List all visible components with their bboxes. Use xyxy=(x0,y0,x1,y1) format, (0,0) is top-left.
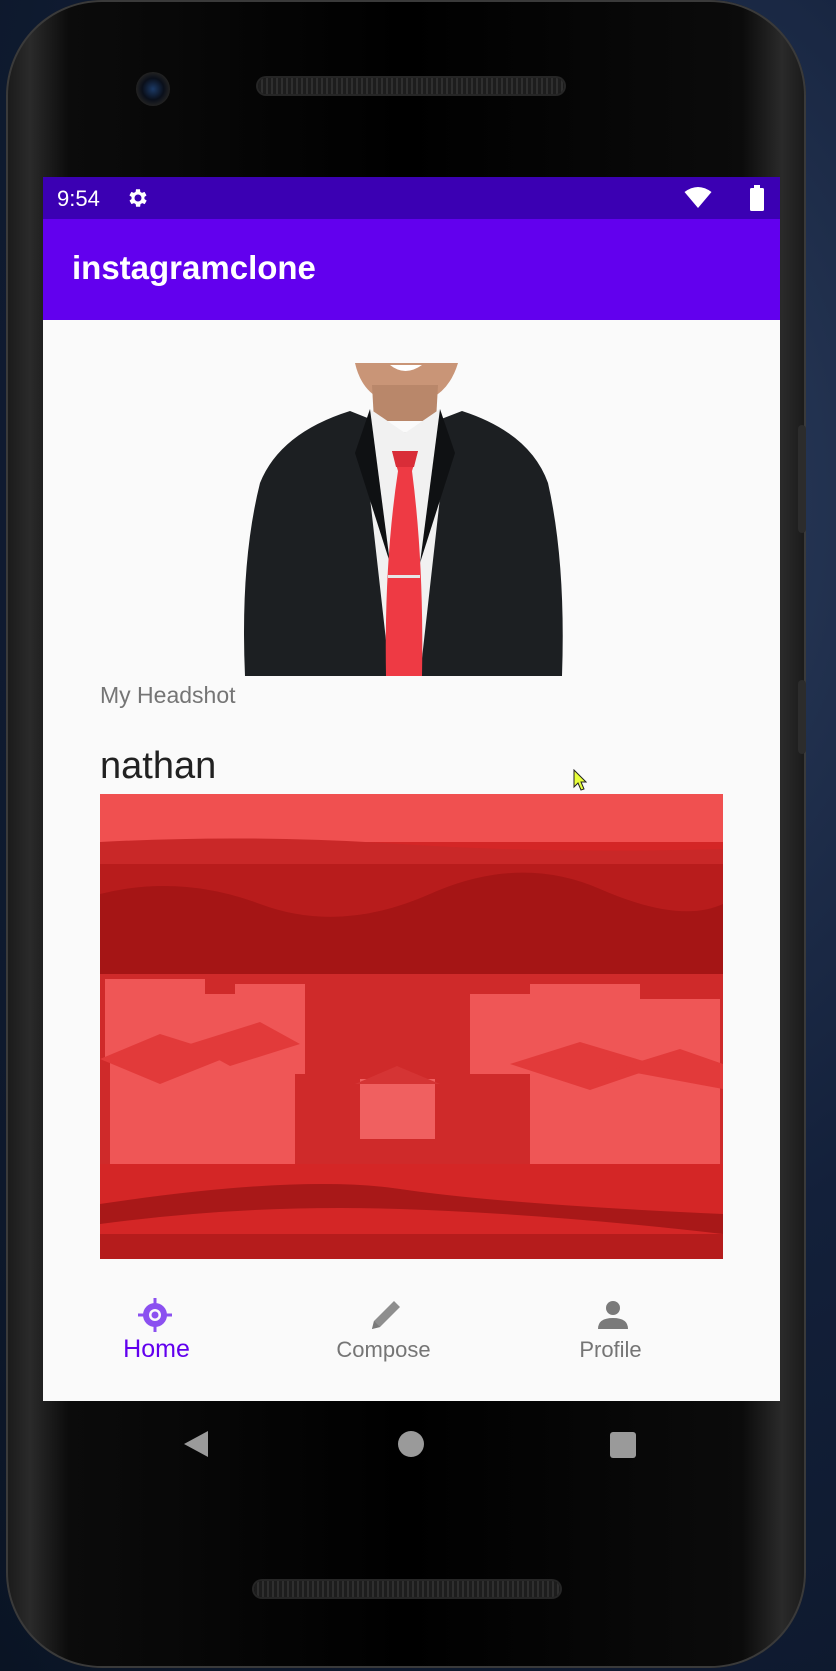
app-screen: 9:54 instagramclone My Headshot nathan H… xyxy=(43,177,780,1401)
recents-square-icon[interactable] xyxy=(609,1431,637,1459)
nav-home[interactable]: Home xyxy=(43,1277,270,1401)
nav-profile[interactable]: Profile xyxy=(497,1277,724,1401)
nav-profile-label: Profile xyxy=(579,1337,642,1362)
top-speaker-grille xyxy=(258,78,564,94)
power-button xyxy=(798,680,806,754)
volume-button xyxy=(798,425,806,533)
settings-gear-icon xyxy=(129,189,147,207)
app-bar: instagramclone xyxy=(43,219,780,320)
nav-compose-label: Compose xyxy=(336,1337,431,1362)
home-circle-icon[interactable] xyxy=(397,1430,425,1458)
wifi-icon xyxy=(684,187,712,208)
campus-aerial-photo xyxy=(100,794,723,1259)
pencil-icon xyxy=(372,1301,400,1329)
bottom-navigation: Home Compose Profile xyxy=(43,1277,780,1401)
person-icon xyxy=(598,1301,628,1329)
mouse-cursor-icon xyxy=(573,769,587,791)
post-username: nathan xyxy=(100,745,217,787)
front-camera xyxy=(136,72,170,106)
bottom-speaker-grille xyxy=(254,1581,560,1597)
status-bar: 9:54 xyxy=(43,177,780,219)
post-description: My Headshot xyxy=(100,682,236,708)
app-title: instagramclone xyxy=(72,249,316,286)
headshot-photo xyxy=(240,363,570,676)
nav-compose[interactable]: Compose xyxy=(270,1277,497,1401)
battery-icon xyxy=(750,185,764,211)
home-compass-icon xyxy=(138,1298,172,1332)
status-time: 9:54 xyxy=(57,186,100,211)
nav-home-label: Home xyxy=(123,1335,190,1363)
back-triangle-icon[interactable] xyxy=(182,1429,210,1459)
